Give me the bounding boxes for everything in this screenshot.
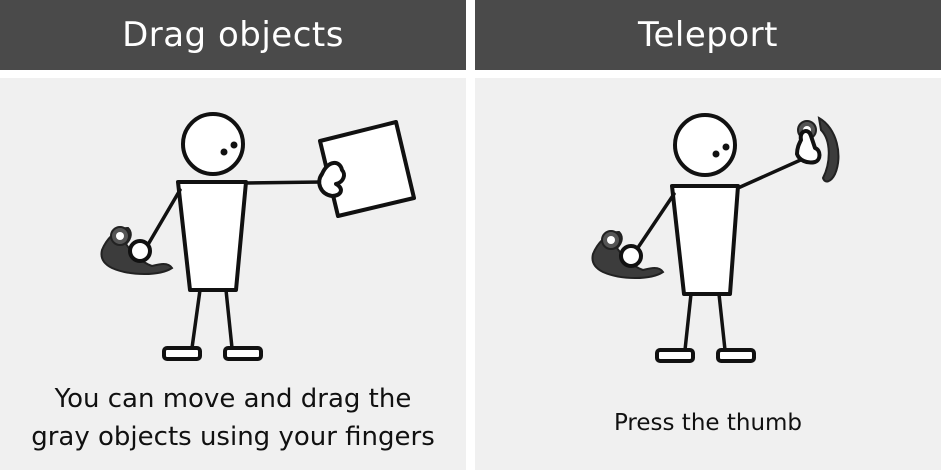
panel-teleport: Teleport Press the thumb xyxy=(475,0,941,470)
caption-line: gray objects using your fingers xyxy=(31,422,435,452)
panel-body: Press the thumb xyxy=(475,78,941,470)
panel-title: Teleport xyxy=(638,15,778,55)
panel-header: Drag objects xyxy=(0,0,466,70)
panel-header: Teleport xyxy=(475,0,941,70)
teleport-illustration xyxy=(591,113,840,363)
drag-illustration xyxy=(100,112,416,361)
panel-body: You can move and drag the gray objects u… xyxy=(0,78,466,470)
caption-line: Press the thumb xyxy=(613,410,803,436)
drag-caption: You can move and drag the gray objects u… xyxy=(0,380,466,456)
stick-figure xyxy=(144,112,324,361)
caption-line: You can move and drag the xyxy=(54,384,412,414)
controller xyxy=(100,226,174,275)
panel-drag-objects: Drag objects You can move and drag the g… xyxy=(0,0,466,470)
panel-title: Drag objects xyxy=(122,15,344,55)
controller xyxy=(591,230,665,279)
stick-figure xyxy=(633,113,807,363)
hand xyxy=(317,161,346,198)
teleport-caption: Press the thumb xyxy=(475,408,941,438)
controller xyxy=(795,116,840,183)
